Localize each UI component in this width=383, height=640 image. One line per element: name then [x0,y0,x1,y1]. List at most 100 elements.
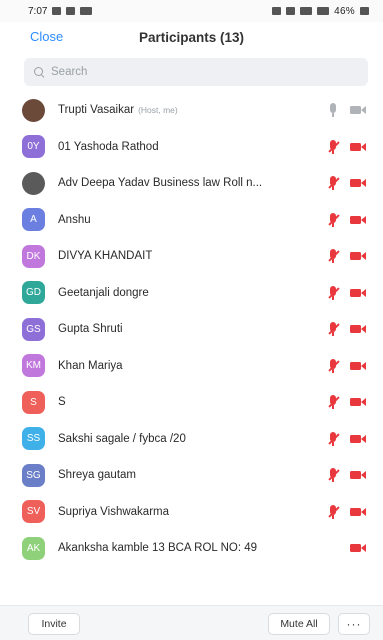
avatar: GD [22,281,45,305]
participant-name: Geetanjali dongre [58,287,149,299]
participant-list: Trupti Vasaikar (Host, me) 0Y 01 Yashoda Ra… [0,92,383,567]
bottom-toolbar: Invite Mute All ··· [0,605,383,640]
participant-row[interactable]: DK DIVYA KHANDAIT [0,238,383,275]
participant-status-icons [323,92,383,129]
message-icon [66,7,76,15]
video-off-icon [350,324,366,334]
participant-name: DIVYA KHANDAIT [58,250,152,262]
mic-muted-icon [326,176,340,191]
video-off-icon [350,215,366,225]
participant-row[interactable]: SV Supriya Vishwakarma [0,494,383,531]
participant-row[interactable]: AK Akanksha kamble 13 BCA ROL NO: 49 [0,530,383,567]
mic-muted-icon [326,395,340,410]
participant-name: Trupti Vasaikar (Host, me) [58,104,178,116]
participant-status-icons [323,275,383,312]
host-tag: (Host, me) [138,105,178,116]
close-button[interactable]: Close [30,29,63,44]
participant-row[interactable]: Adv Deepa Yadav Business law Roll n... [0,165,383,202]
avatar-photo [22,171,45,195]
participant-row[interactable]: SS Sakshi sagale / fybca /20 [0,421,383,458]
video-off-icon [350,434,366,444]
participant-name-text: Geetanjali dongre [58,286,149,299]
video-off-icon [350,142,366,152]
participant-name: Gupta Shruti [58,323,123,335]
participant-name: 01 Yashoda Rathod [58,141,159,153]
avatar: AK [22,536,45,560]
avatar: GS [22,317,45,341]
participant-row[interactable]: GS Gupta Shruti [0,311,383,348]
video-off-icon [350,251,366,261]
volume-icon [286,7,296,15]
participant-name-text: Supriya Vishwakarma [58,505,170,518]
participant-name: S [58,396,66,408]
mic-muted-icon [326,504,340,520]
participant-status-icons [323,457,383,494]
mic-muted-icon [326,358,340,374]
video-icon [350,105,366,115]
invite-button[interactable]: Invite [28,613,80,635]
participant-name: Shreya gautam [58,469,136,481]
participant-status-icons [323,384,383,421]
participant-name: Akanksha kamble 13 BCA ROL NO: 49 [58,542,257,554]
participant-name: Adv Deepa Yadav Business law Roll n... [58,177,262,189]
avatar: SV [22,500,45,524]
status-bar: 7:07 46% [0,0,383,22]
more-options-button[interactable]: ··· [338,613,370,635]
participant-status-icons [323,311,383,348]
participant-name-text: 01 Yashoda Rathod [58,140,159,153]
participant-name-text: Sakshi sagale / fybca /20 [58,432,186,445]
mic-muted-icon [326,285,340,301]
participant-name-text: Shreya gautam [58,469,136,482]
battery-icon [360,7,369,15]
participant-name: Khan Mariya [58,360,123,372]
participant-name-text: Anshu [58,213,91,226]
mute-all-button[interactable]: Mute All [268,613,330,635]
mic-muted-icon [326,139,340,155]
mic-icon [326,103,340,118]
avatar: KM [22,354,45,378]
avatar: SG [22,463,45,487]
participant-status-icons [323,530,383,567]
participants-header: Close Participants (13) [0,22,383,52]
participant-status-icons [323,494,383,531]
participant-row[interactable]: SG Shreya gautam [0,457,383,494]
page-title: Participants (13) [138,29,245,45]
avatar: DK [22,244,45,268]
participant-name-text: Trupti Vasaikar [58,104,135,117]
participant-row[interactable]: SS [0,384,383,421]
video-off-icon [350,507,366,517]
search-icon [34,66,45,78]
participant-row[interactable]: Trupti Vasaikar (Host, me) [0,92,383,129]
status-time: 7:07 [28,5,48,17]
signal-icon [317,7,330,15]
video-off-icon [350,470,366,480]
participant-status-icons [323,165,383,202]
participant-name: Sakshi sagale / fybca /20 [58,433,186,445]
gallery-icon [52,7,62,15]
participant-name-text: Akanksha kamble 13 BCA ROL NO: 49 [58,542,258,555]
participant-status-icons [323,348,383,385]
participant-status-icons [323,238,383,275]
avatar: S [22,390,45,414]
participant-row[interactable]: GD Geetanjali dongre [0,275,383,312]
participant-name-text: Khan Mariya [58,359,123,372]
video-off-icon [350,397,366,407]
participant-row[interactable]: KM Khan Mariya [0,348,383,385]
participant-name: Supriya Vishwakarma [58,506,169,518]
participant-row[interactable]: 0Y 01 Yashoda Rathod [0,129,383,166]
avatar: SS [22,427,45,451]
search-input[interactable] [51,66,331,78]
participant-row[interactable]: A Anshu [0,202,383,239]
search-bar[interactable] [24,58,368,86]
avatar-photo [22,98,45,122]
mic-muted-icon [326,212,340,228]
video-off-icon [350,361,366,371]
video-off-icon [350,178,366,188]
mic-muted-icon [326,322,340,337]
mic-muted-icon [326,468,340,483]
participant-name-text: Gupta Shruti [58,323,123,336]
video-off-icon [350,288,366,298]
video-off-icon [350,543,366,553]
signal-icon [300,7,313,15]
participant-name-text: DIVYA KHANDAIT [58,250,153,263]
